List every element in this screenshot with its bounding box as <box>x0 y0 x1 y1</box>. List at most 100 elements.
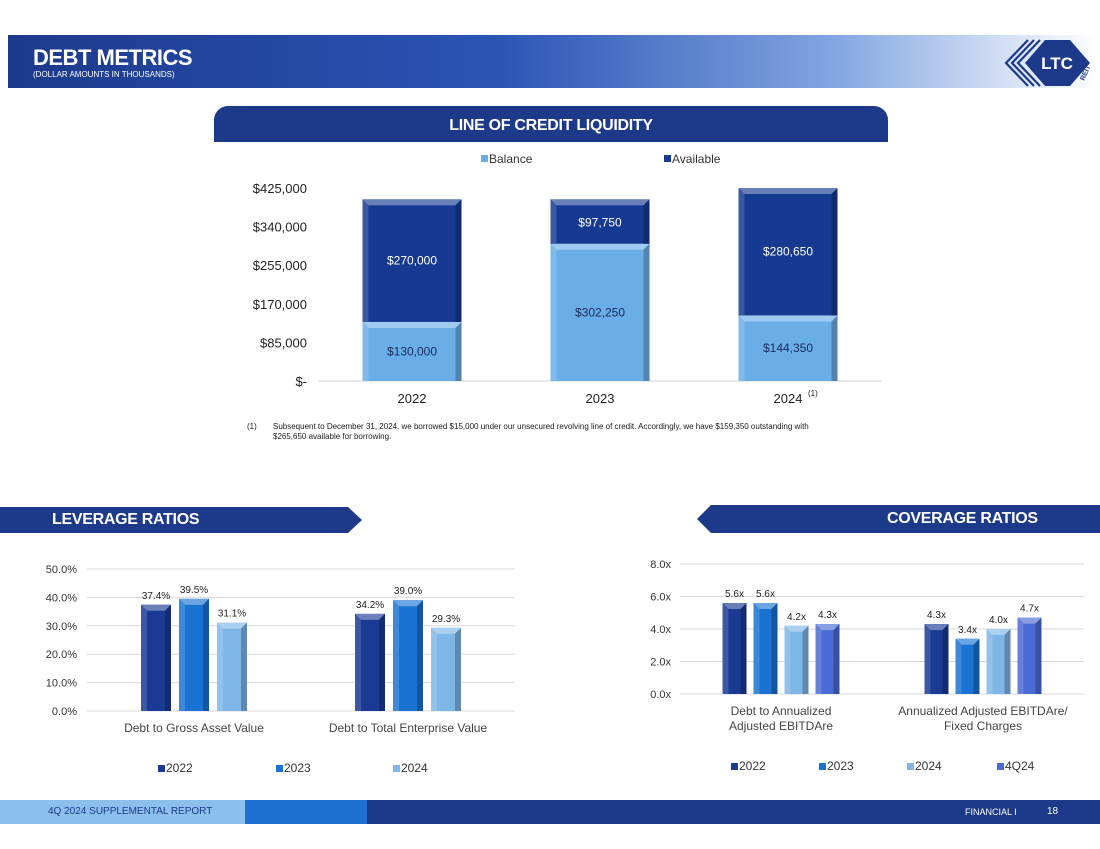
coverage-bar-4q24-1-right <box>1035 617 1042 694</box>
coverage-bar-4q24-1-left <box>1017 617 1024 694</box>
loc-bar-balance-2023-right <box>643 243 650 381</box>
legend-label-balance: Balance <box>489 152 533 166</box>
coverage-bar-2022-0-right <box>740 603 747 694</box>
coverage-legend-swatch <box>997 763 1004 770</box>
coverage-xtick-label: Debt to Annualized <box>731 704 832 718</box>
leverage-bar-2024-0-left <box>217 622 223 711</box>
leverage-ytick-label: 10.0% <box>46 678 77 690</box>
coverage-bar-2022-1-left <box>924 624 931 694</box>
coverage-xtick-label: Adjusted EBITDAre <box>729 719 833 733</box>
loc-bar-balance-2022-top <box>362 321 462 328</box>
loc-bar-balance-2023-left <box>550 243 557 381</box>
coverage-data-label: 4.3x <box>818 610 837 621</box>
coverage-bar-4q24-0-left <box>815 624 822 694</box>
coverage-bar-4q24-0 <box>815 624 840 694</box>
coverage-ytick-label: 0.0x <box>650 689 671 701</box>
leverage-bar-2022-0 <box>141 604 171 711</box>
loc-xtick-label: 2023 <box>586 391 615 406</box>
leverage-bar-2022-1 <box>355 613 385 711</box>
loc-bar-balance-2022-right <box>455 321 462 381</box>
coverage-bar-2023-1 <box>955 638 980 694</box>
leverage-ytick-label: 50.0% <box>46 564 77 576</box>
loc-bar-balance-2024-right <box>831 315 838 381</box>
leverage-xtick-label: Debt to Gross Asset Value <box>124 721 264 735</box>
coverage-xtick-label: Annualized Adjusted EBITDAre/ <box>898 704 1068 718</box>
leverage-bar-2022-0-left <box>141 604 147 711</box>
leverage-bar-2022-1-left <box>355 613 361 711</box>
coverage-xtick-label: Fixed Charges <box>944 719 1022 733</box>
footer-report-name: 4Q 2024 SUPPLEMENTAL REPORT <box>48 806 213 817</box>
coverage-bar-2024-0-left <box>784 625 791 694</box>
coverage-bar-2024-1-right <box>1004 629 1011 694</box>
leverage-data-label: 39.0% <box>394 586 422 597</box>
loc-bar-balance-2024-top <box>738 315 838 322</box>
loc-data-label: $280,650 <box>763 245 813 259</box>
coverage-data-label: 4.7x <box>1020 604 1039 615</box>
coverage-ytick-label: 8.0x <box>650 559 671 571</box>
leverage-bar-2023-0 <box>179 598 209 711</box>
leverage-bar-2024-0 <box>217 622 247 711</box>
coverage-title: COVERAGE RATIOS <box>887 510 1038 527</box>
leverage-bar-2024-1-left <box>431 627 437 711</box>
legend-label-available: Available <box>672 152 721 166</box>
leverage-xtick-label: Debt to Total Enterprise Value <box>329 721 488 735</box>
loc-bar-balance-2024-left <box>738 315 745 381</box>
loc-bar-available-2024-left <box>738 188 745 316</box>
loc-bar-available-2022-left <box>362 199 369 322</box>
loc-data-label: $270,000 <box>387 254 437 268</box>
loc-ytick-label: $170,000 <box>253 297 307 312</box>
coverage-ytick-label: 4.0x <box>650 624 671 636</box>
leverage-bar-2023-0-left <box>179 598 185 711</box>
leverage-legend-swatch <box>158 765 165 772</box>
leverage-bar-2024-1 <box>431 627 461 711</box>
coverage-legend-label: 4Q24 <box>1005 759 1035 773</box>
leverage-ytick-label: 0.0% <box>52 706 77 718</box>
leverage-bar-2022-1-right <box>379 613 385 711</box>
coverage-bar-4q24-0-right <box>833 624 840 694</box>
coverage-bar-2024-0 <box>784 625 809 694</box>
leverage-data-label: 39.5% <box>180 585 208 596</box>
leverage-legend-label: 2022 <box>166 761 193 775</box>
coverage-legend-swatch <box>819 763 826 770</box>
loc-bar-available-2022-right <box>455 199 462 322</box>
coverage-bar-2022-0 <box>722 603 747 694</box>
leverage-bar-2023-0-right <box>203 598 209 711</box>
leverage-title: LEVERAGE RATIOS <box>52 511 200 528</box>
loc-data-label: $130,000 <box>387 344 437 358</box>
footnote-marker: (1) <box>247 422 257 431</box>
legend-swatch-balance <box>481 155 488 162</box>
loc-data-label: $302,250 <box>575 305 625 319</box>
leverage-ytick-label: 30.0% <box>46 621 77 633</box>
leverage-bar-2023-1-left <box>393 600 399 711</box>
leverage-ytick-label: 20.0% <box>46 649 77 661</box>
coverage-bar-4q24-1 <box>1017 617 1042 694</box>
coverage-legend-swatch <box>907 763 914 770</box>
coverage-bar-2023-0-right <box>771 603 778 694</box>
legend-swatch-available <box>664 155 671 162</box>
leverage-bar-2023-1-right <box>417 600 423 711</box>
loc-bar-available-2024-top <box>738 188 838 194</box>
leverage-legend-label: 2023 <box>284 761 311 775</box>
leverage-bar-2023-1 <box>393 600 423 711</box>
coverage-data-label: 4.3x <box>927 610 946 621</box>
loc-xtick-label: 2022 <box>398 391 427 406</box>
leverage-data-label: 31.1% <box>218 609 246 620</box>
footnote-text: Subsequent to December 31, 2024, we borr… <box>273 422 809 441</box>
coverage-bar-2023-0 <box>753 603 778 694</box>
leverage-data-label: 34.2% <box>356 600 384 611</box>
coverage-bar-2022-1-right <box>942 624 949 694</box>
leverage-bar-2024-1-right <box>455 627 461 711</box>
leverage-legend-swatch <box>393 765 400 772</box>
loc-data-label: $97,750 <box>578 215 622 229</box>
loc-xtick-label: 2024 <box>774 391 803 406</box>
loc-ytick-label: $255,000 <box>253 258 307 273</box>
coverage-data-label: 4.2x <box>787 612 806 623</box>
coverage-legend-label: 2024 <box>915 759 942 773</box>
loc-bar-available-2023-right <box>643 199 650 244</box>
coverage-bar-2023-0-left <box>753 603 760 694</box>
coverage-data-label: 3.4x <box>958 625 977 636</box>
leverage-bar-2022-0-right <box>165 604 171 711</box>
loc-bar-available-2022-top <box>362 199 462 206</box>
coverage-bar-2024-1 <box>986 629 1011 694</box>
loc-ytick-label: $- <box>295 374 307 389</box>
